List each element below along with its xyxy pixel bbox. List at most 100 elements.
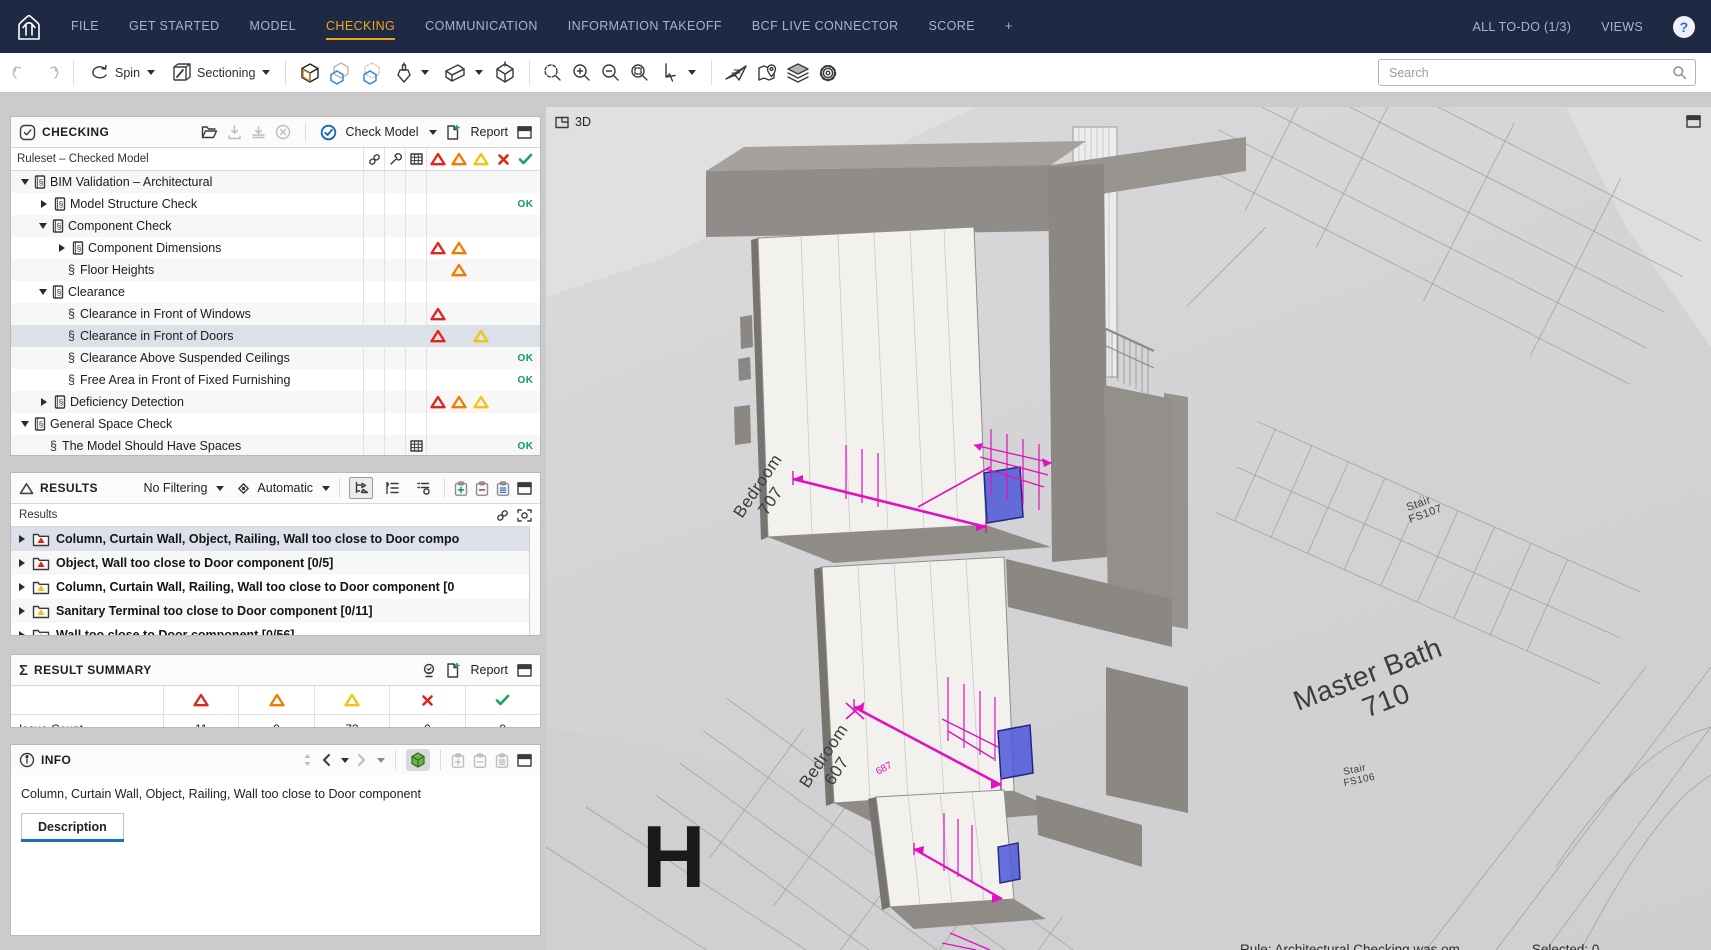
cube-solid-icon[interactable] — [298, 61, 322, 85]
panel-window-icon[interactable] — [1686, 115, 1701, 128]
clipboard-add-icon[interactable] — [451, 753, 465, 768]
search-icon[interactable] — [1672, 65, 1687, 80]
expand-icon[interactable] — [41, 200, 47, 208]
checking-row[interactable]: §Free Area in Front of Fixed FurnishingO… — [11, 369, 540, 391]
view-list-settings-button[interactable] — [411, 477, 435, 499]
search-input[interactable] — [1387, 65, 1672, 81]
menu-bcf-live-connector[interactable]: BCF LIVE CONNECTOR — [752, 13, 899, 40]
collapse-icon[interactable] — [21, 421, 29, 427]
cancel-check-icon[interactable] — [275, 124, 291, 140]
checking-row[interactable]: §Model Structure CheckOK — [11, 193, 540, 215]
panel-window-icon[interactable] — [517, 664, 532, 677]
viewfinder-icon[interactable] — [517, 509, 532, 522]
expand-icon[interactable] — [41, 398, 47, 406]
undo-icon[interactable] — [10, 63, 32, 83]
tab-description[interactable]: Description — [21, 813, 124, 839]
expand-icon[interactable] — [19, 607, 25, 615]
show-in-model-button[interactable] — [406, 749, 430, 771]
zoom-selection-icon[interactable] — [629, 62, 651, 84]
export-icon[interactable] — [251, 125, 266, 140]
all-todo-button[interactable]: ALL TO-DO (1/3) — [1472, 14, 1571, 39]
menu-add-tab[interactable]: + — [1005, 13, 1013, 40]
result-row[interactable]: Sanitary Terminal too close to Door comp… — [11, 599, 540, 623]
clipboard-add-icon[interactable] — [454, 481, 468, 496]
3d-viewport[interactable]: 3D — [546, 107, 1711, 950]
panel-window-icon[interactable] — [517, 482, 532, 495]
next-dropdown-caret[interactable] — [377, 758, 385, 763]
result-row[interactable]: Column, Curtain Wall, Railing, Wall too … — [11, 575, 540, 599]
open-ruleset-icon[interactable] — [201, 125, 218, 139]
panel-window-icon[interactable] — [517, 754, 532, 767]
spin-button[interactable]: Spin — [86, 61, 158, 85]
automatic-caret[interactable] — [322, 486, 330, 491]
zoom-in-icon[interactable] — [571, 62, 593, 84]
checking-row[interactable]: §Deficiency Detection — [11, 391, 540, 413]
menu-get-started[interactable]: GET STARTED — [129, 13, 220, 40]
redo-icon[interactable] — [39, 63, 61, 83]
checking-row[interactable]: §Floor Heights — [11, 259, 540, 281]
clipboard-list-icon[interactable] — [495, 753, 509, 768]
menu-information-takeoff[interactable]: INFORMATION TAKEOFF — [568, 13, 722, 40]
sort-arrows-icon[interactable] — [302, 753, 313, 767]
view-list-button[interactable] — [380, 477, 404, 499]
previous-issue-icon[interactable] — [321, 753, 331, 767]
table-icon[interactable] — [410, 440, 423, 452]
checking-row[interactable]: §BIM Validation – Architectural — [11, 171, 540, 193]
select-tool-button[interactable] — [658, 60, 699, 86]
app-logo-icon[interactable] — [13, 11, 45, 43]
results-scrollbar[interactable] — [529, 526, 540, 635]
collapse-icon[interactable] — [21, 179, 29, 185]
settings-gear-icon[interactable] — [817, 62, 839, 84]
link-icon[interactable] — [368, 153, 381, 166]
collapse-icon[interactable] — [39, 223, 47, 229]
clipboard-remove-icon[interactable] — [475, 481, 489, 496]
zoom-fit-icon[interactable] — [542, 62, 564, 84]
selection-basket-button[interactable] — [439, 60, 486, 86]
next-issue-icon[interactable] — [357, 753, 367, 767]
filtering-caret[interactable] — [216, 486, 224, 491]
check-model-button[interactable]: Check Model — [346, 125, 419, 139]
table-icon[interactable] — [410, 153, 423, 165]
checking-row[interactable]: §The Model Should Have SpacesOK — [11, 435, 540, 456]
expand-icon[interactable] — [19, 535, 25, 543]
automatic-dropdown[interactable]: Automatic — [257, 481, 313, 495]
panel-window-icon[interactable] — [517, 126, 532, 139]
filtering-dropdown[interactable]: No Filtering — [143, 481, 207, 495]
cube-ghost-icon[interactable] — [360, 61, 384, 85]
clipboard-list-icon[interactable] — [496, 481, 510, 496]
link-icon[interactable] — [496, 509, 509, 522]
stamp-icon[interactable] — [421, 663, 437, 678]
checking-row[interactable]: §General Space Check — [11, 413, 540, 435]
previous-dropdown-caret[interactable] — [341, 758, 349, 763]
result-row[interactable]: Object, Wall too close to Door component… — [11, 551, 540, 575]
wrench-icon[interactable] — [389, 153, 402, 166]
box-axes-icon[interactable] — [493, 61, 517, 85]
summary-report-button[interactable]: Report — [470, 663, 508, 677]
fly-mode-icon[interactable] — [724, 63, 750, 83]
checking-row-selected[interactable]: §Clearance in Front of Doors — [11, 325, 540, 347]
result-row[interactable]: Wall too close to Door component [0/56] — [11, 623, 540, 636]
sectioning-button[interactable]: Sectioning — [165, 60, 273, 86]
view-tree-button[interactable] — [349, 477, 373, 499]
checking-row[interactable]: §Clearance — [11, 281, 540, 303]
menu-model[interactable]: MODEL — [250, 13, 296, 40]
views-button[interactable]: VIEWS — [1601, 14, 1643, 39]
menu-file[interactable]: FILE — [71, 13, 99, 40]
menu-communication[interactable]: COMMUNICATION — [425, 13, 538, 40]
expand-icon[interactable] — [19, 631, 25, 636]
checking-row[interactable]: §Component Check — [11, 215, 540, 237]
checking-row[interactable]: §Component Dimensions — [11, 237, 540, 259]
zoom-out-icon[interactable] — [600, 62, 622, 84]
cube-transparent-icon[interactable] — [329, 61, 353, 85]
3d-scene[interactable]: 687 Bedroom 707 Bedroom 607 Master Bath — [546, 107, 1711, 950]
clipboard-remove-icon[interactable] — [473, 753, 487, 768]
expand-icon[interactable] — [59, 244, 65, 252]
menu-checking[interactable]: CHECKING — [326, 13, 395, 40]
collapse-icon[interactable] — [39, 289, 47, 295]
check-model-caret[interactable] — [429, 130, 437, 135]
import-icon[interactable] — [227, 125, 242, 140]
paint-tool-button[interactable] — [391, 60, 432, 86]
result-row-selected[interactable]: Column, Curtain Wall, Object, Railing, W… — [11, 527, 540, 551]
map-pin-icon[interactable] — [757, 62, 779, 84]
layers-icon[interactable] — [786, 63, 810, 83]
